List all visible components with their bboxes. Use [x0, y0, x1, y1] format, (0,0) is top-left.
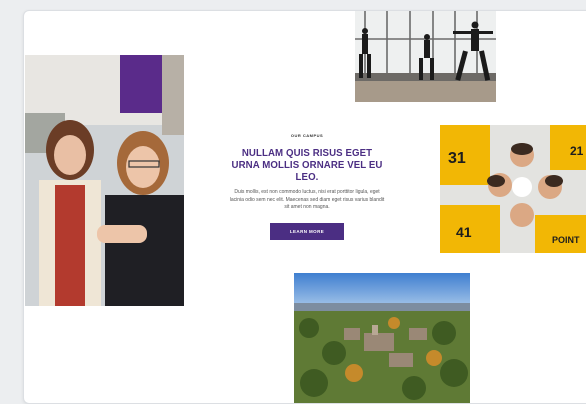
feature-body: Duis mollis, est non commodo luctus, nis…	[229, 189, 385, 210]
svg-text:41: 41	[456, 224, 472, 240]
athletes-huddle-photo: 31 41 21 POINT	[440, 125, 586, 253]
svg-text:31: 31	[448, 150, 466, 167]
campus-aerial-photo	[294, 273, 470, 403]
eyebrow-label: OUR CAMPUS	[290, 133, 324, 138]
dance-studio-photo	[355, 11, 496, 102]
feature-heading: NULLAM QUIS RISUS EGET URNA MOLLIS ORNAR…	[231, 147, 383, 183]
svg-text:21: 21	[570, 144, 584, 158]
content-card: OUR CAMPUS NULLAM QUIS RISUS EGET URNA M…	[23, 10, 586, 404]
feature-block: OUR CAMPUS NULLAM QUIS RISUS EGET URNA M…	[224, 133, 390, 240]
learn-more-button[interactable]: LEARN MORE	[270, 222, 344, 240]
students-photo	[25, 55, 184, 306]
svg-text:POINT: POINT	[552, 235, 580, 245]
